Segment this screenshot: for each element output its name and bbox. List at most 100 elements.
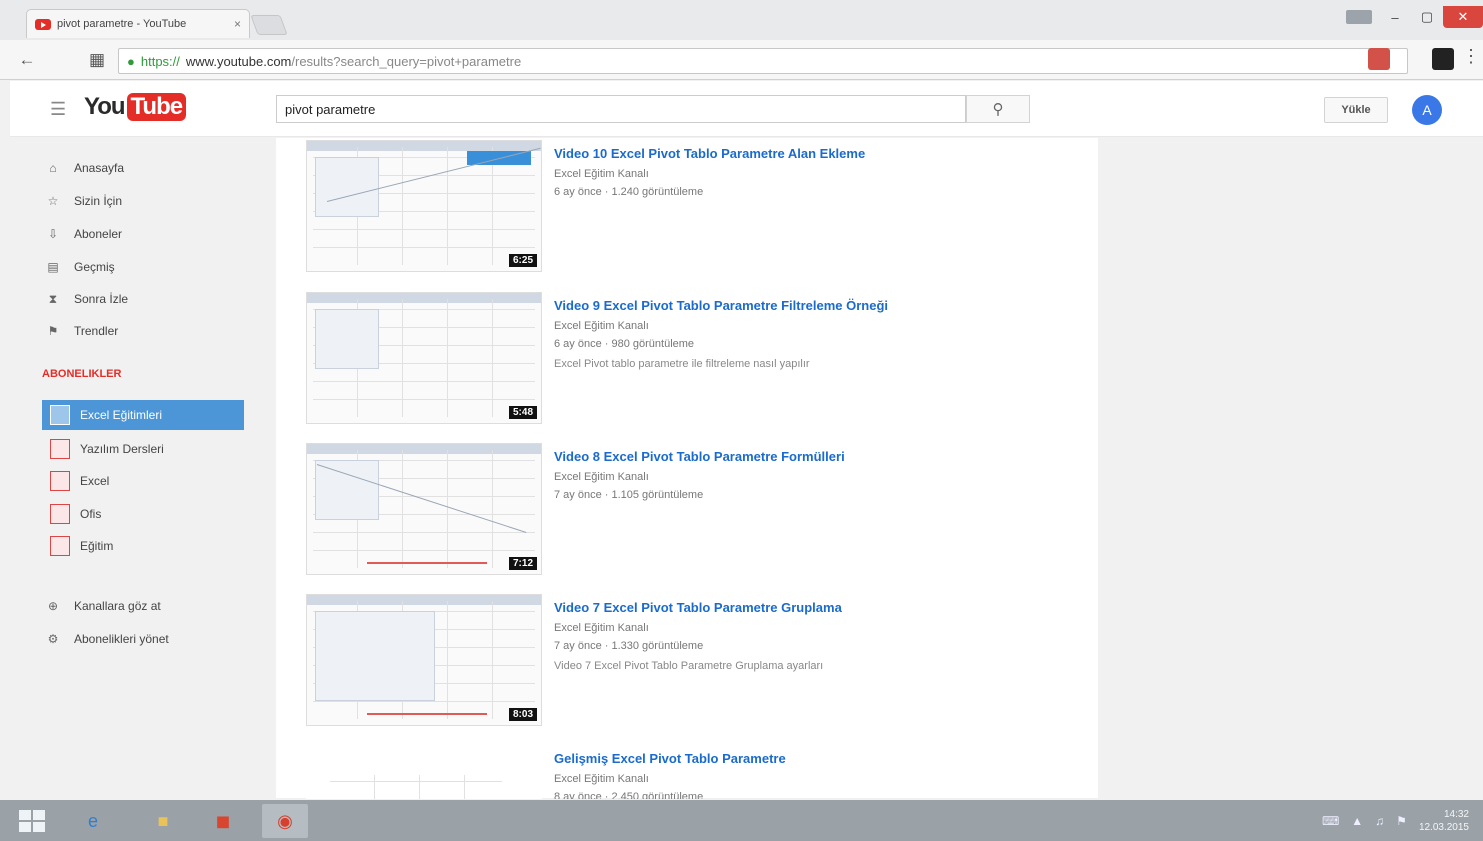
guide-item-watch-later[interactable]: ⧗ Sonra İzle — [46, 287, 128, 311]
duration-badge: 7:12 — [508, 557, 537, 570]
address-bar[interactable]: ● https:// www.youtube.com/results?searc… — [118, 48, 1408, 74]
new-tab-button[interactable] — [250, 15, 288, 35]
upload-button[interactable]: Yükle — [1324, 97, 1388, 123]
guide-item-home[interactable]: ⌂ Anasayfa — [46, 156, 124, 180]
channel-avatar — [50, 536, 70, 556]
list-item[interactable]: 5:48 Video 9 Excel Pivot Tablo Parametre… — [306, 292, 1086, 432]
extension-icon[interactable] — [1432, 48, 1454, 70]
channel-name[interactable]: Excel Eğitim Kanalı — [554, 320, 649, 332]
video-thumbnail[interactable]: 5:48 — [306, 292, 542, 424]
browser-toolbar: ← ▦ ● https:// www.youtube.com/results?s… — [0, 40, 1483, 80]
channel-avatar — [50, 504, 70, 524]
right-column — [1098, 138, 1483, 798]
channel-name[interactable]: Excel Eğitim Kanalı — [554, 168, 649, 180]
guide-item-label: Abonelikleri yönet — [74, 632, 169, 646]
minimize-button[interactable]: – — [1379, 6, 1411, 28]
video-title-link[interactable]: Gelişmiş Excel Pivot Tablo Parametre — [554, 751, 786, 766]
close-window-button[interactable]: ✕ — [1443, 6, 1483, 28]
home-icon: ⌂ — [49, 161, 57, 175]
windows-taskbar: e ■ ◼ ◉ ⌨ ▲ ♫ ⚑ 14:32 12.03.2015 — [0, 800, 1483, 841]
youtube-favicon-icon — [35, 18, 51, 30]
video-title-link[interactable]: Video 10 Excel Pivot Tablo Parametre Ala… — [554, 146, 865, 161]
subscriptions-heading: Abonelikler — [42, 368, 122, 380]
channel-avatar — [50, 405, 70, 425]
browser-tab[interactable]: pivot parametre - YouTube × — [26, 9, 250, 38]
video-thumbnail[interactable]: 7:12 — [306, 443, 542, 575]
back-arrow-icon[interactable]: ← — [14, 47, 40, 73]
url-scheme: https:// — [140, 53, 180, 69]
guide-item-browse-channels[interactable]: ⊕ Kanallara göz at — [46, 594, 161, 618]
office-icon[interactable]: ◼ — [200, 804, 246, 838]
subscription-label: Eğitim — [80, 539, 114, 553]
profile-switcher-button[interactable] — [1339, 6, 1379, 28]
plus-circle-icon: ⊕ — [47, 599, 59, 613]
gear-icon: ⚙ — [47, 632, 59, 646]
subscription-item[interactable]: Yazılım Dersleri — [42, 434, 244, 464]
channel-avatar — [50, 439, 70, 459]
chrome-icon[interactable]: ◉ — [262, 804, 308, 838]
list-item[interactable]: Gelişmiş Excel Pivot Tablo Parametre Exc… — [306, 745, 1086, 799]
avatar[interactable]: A — [1412, 95, 1442, 125]
maximize-button[interactable]: ▢ — [1411, 6, 1443, 28]
tab-close-icon[interactable]: × — [234, 17, 241, 31]
subscription-item[interactable]: Excel — [42, 466, 244, 496]
channel-name[interactable]: Excel Eğitim Kanalı — [554, 773, 649, 785]
hourglass-icon: ⧗ — [48, 291, 58, 306]
guide-item-for-you[interactable]: ☆ Sizin İçin — [46, 189, 122, 213]
subscription-item[interactable]: Excel Eğitimleri — [42, 400, 244, 430]
volume-icon[interactable]: ♫ — [1375, 814, 1384, 828]
guide-menu-icon[interactable]: ☰ — [50, 99, 66, 120]
list-item[interactable]: 6:25 Video 10 Excel Pivot Tablo Parametr… — [306, 140, 1086, 280]
extension-icon[interactable] — [1368, 48, 1390, 70]
youtube-logo[interactable]: You Tube — [84, 93, 187, 121]
guide-item-label: Trendler — [74, 324, 119, 338]
system-tray: ⌨ ▲ ♫ ⚑ 14:32 12.03.2015 — [1322, 808, 1469, 834]
guide-item-trending[interactable]: ⚑ Trendler — [46, 319, 119, 343]
flag-icon[interactable]: ⚑ — [1396, 814, 1407, 828]
video-meta: 7 ay önce · 1.105 görüntüleme — [554, 489, 704, 501]
subscription-label: Excel — [80, 474, 110, 488]
video-title-link[interactable]: Video 9 Excel Pivot Tablo Parametre Filt… — [554, 298, 888, 313]
clock-time: 14:32 — [1443, 809, 1469, 820]
guide-item-subscribers[interactable]: ⇩ Aboneler — [46, 222, 122, 246]
video-thumbnail[interactable]: 6:25 — [306, 140, 542, 272]
guide-sidebar: ⌂ Anasayfa ☆ Sizin İçin ⇩ Aboneler ▤ Geç… — [10, 138, 272, 798]
subscription-item[interactable]: Ofis — [42, 499, 244, 529]
browser-menu-icon[interactable]: ⋮ — [1462, 46, 1480, 67]
internet-explorer-icon[interactable]: e — [70, 804, 116, 838]
lock-icon: ● — [127, 53, 135, 69]
list-item[interactable]: 7:12 Video 8 Excel Pivot Tablo Parametre… — [306, 443, 1086, 583]
url-path: /results?search_query=pivot+parametre — [291, 53, 522, 69]
subscription-item[interactable]: Eğitim — [42, 531, 244, 561]
duration-badge: 8:03 — [508, 708, 537, 721]
network-icon[interactable]: ▲ — [1351, 814, 1363, 828]
url-text: www.youtube.com/results?search_query=piv… — [186, 54, 521, 69]
video-title-link[interactable]: Video 8 Excel Pivot Tablo Parametre Form… — [554, 449, 845, 464]
apps-grid-icon[interactable]: ▦ — [84, 47, 110, 73]
search-icon: ⚲ — [992, 101, 1004, 118]
subscription-label: Excel Eğitimleri — [80, 408, 163, 422]
guide-item-label: Kanallara göz at — [74, 599, 161, 613]
flag-icon: ⚑ — [47, 324, 59, 338]
windows-start-icon[interactable] — [14, 807, 52, 835]
search-input[interactable]: pivot parametre — [276, 95, 966, 123]
channel-name[interactable]: Excel Eğitim Kanalı — [554, 471, 649, 483]
video-thumbnail[interactable]: 8:03 — [306, 594, 542, 726]
star-icon: ☆ — [47, 194, 59, 208]
guide-item-label: Anasayfa — [74, 161, 125, 175]
clock-date: 12.03.2015 — [1418, 822, 1469, 833]
search-button[interactable]: ⚲ — [966, 95, 1030, 123]
channel-name[interactable]: Excel Eğitim Kanalı — [554, 622, 649, 634]
history-icon: ▤ — [47, 260, 59, 274]
video-title-link[interactable]: Video 7 Excel Pivot Tablo Parametre Grup… — [554, 600, 842, 615]
video-meta: 8 ay önce · 2.450 görüntüleme — [554, 791, 704, 799]
clock[interactable]: 14:32 12.03.2015 — [1419, 808, 1469, 834]
list-item[interactable]: 8:03 Video 7 Excel Pivot Tablo Parametre… — [306, 594, 1086, 734]
subscription-label: Ofis — [80, 507, 102, 521]
keyboard-icon[interactable]: ⌨ — [1322, 814, 1339, 828]
video-thumbnail[interactable] — [306, 745, 542, 799]
duration-badge: 6:25 — [508, 254, 537, 267]
folder-icon[interactable]: ■ — [140, 804, 186, 838]
guide-item-manage-subscriptions[interactable]: ⚙ Abonelikleri yönet — [46, 627, 169, 651]
guide-item-history[interactable]: ▤ Geçmiş — [46, 255, 114, 279]
